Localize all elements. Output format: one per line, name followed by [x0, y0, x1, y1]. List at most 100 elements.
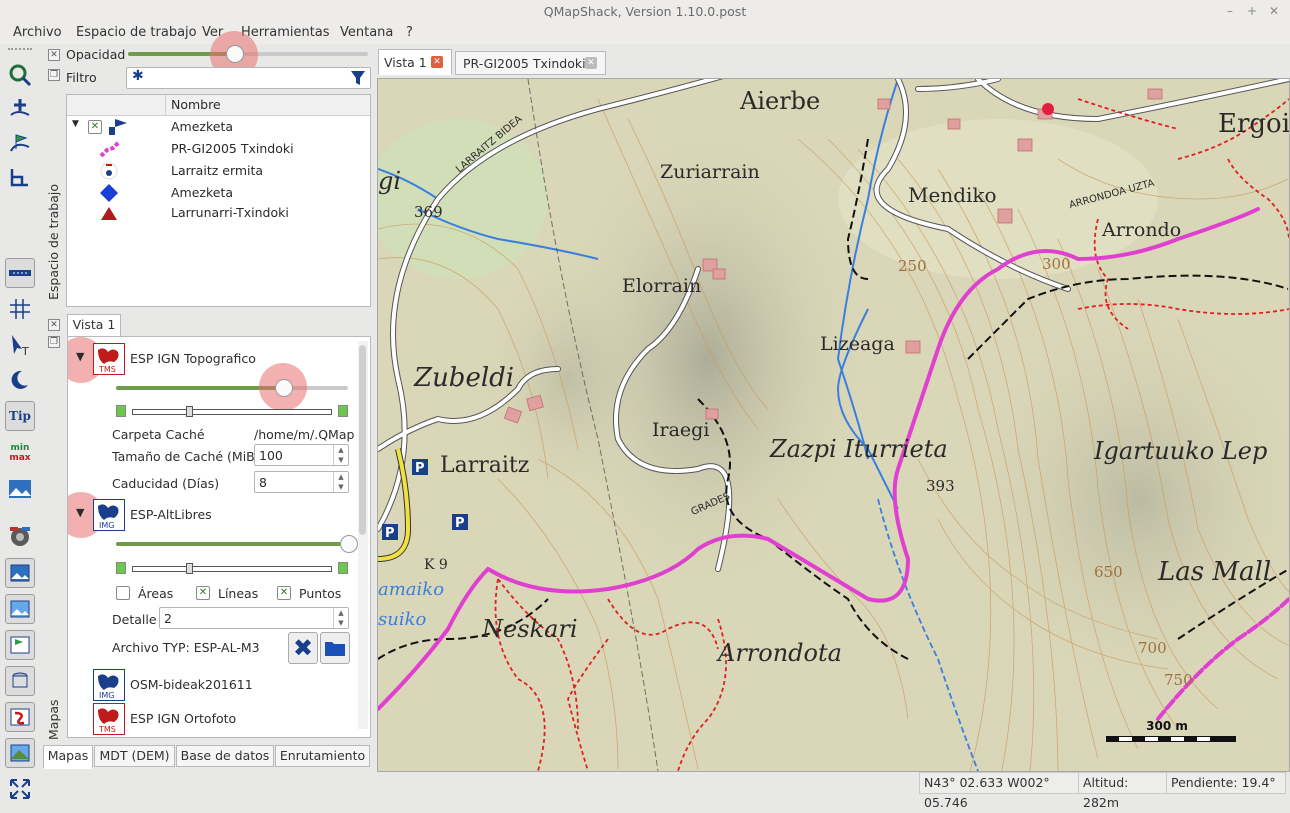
- map1-name: ESP IGN Topografico: [130, 351, 256, 366]
- expiry-spinbox[interactable]: 8 ▲ ▼: [254, 471, 349, 493]
- close-tab-icon[interactable]: ✕: [431, 56, 443, 68]
- spin-arrows-icon[interactable]: ▲ ▼: [333, 608, 348, 628]
- close-tab-icon[interactable]: ✕: [585, 57, 597, 69]
- tab-base-de-datos[interactable]: Base de datos: [176, 745, 274, 767]
- menu-herramientas[interactable]: Herramientas: [241, 25, 330, 40]
- settings-gear-icon[interactable]: [5, 522, 35, 552]
- points-label: Puntos: [299, 586, 342, 601]
- map-view-icon[interactable]: [5, 474, 35, 504]
- ruler-icon[interactable]: [5, 258, 35, 288]
- open-typ-button[interactable]: [320, 632, 350, 664]
- min-scale-icon[interactable]: [116, 562, 126, 574]
- filter-input[interactable]: ✱: [126, 67, 371, 89]
- track-icon: [99, 140, 121, 158]
- areas-checkbox[interactable]: [116, 586, 130, 600]
- image-window-icon[interactable]: [5, 594, 35, 624]
- points-checkbox[interactable]: ✕: [277, 586, 291, 600]
- pointer-text-icon[interactable]: T: [5, 330, 35, 360]
- tree-row-route[interactable]: Larrunarri-Txindoki: [67, 203, 370, 223]
- menu-archivo[interactable]: Archivo: [13, 25, 62, 40]
- scale-range-slider[interactable]: [132, 409, 332, 415]
- tree-row-waypoint2[interactable]: Amezketa: [67, 183, 370, 203]
- tree-row-waypoint[interactable]: Larraitz ermita: [67, 161, 370, 181]
- tooltip-icon[interactable]: Tip: [5, 401, 35, 431]
- collapse-arrow-icon[interactable]: ▼: [72, 119, 79, 129]
- grid-icon[interactable]: [5, 294, 35, 324]
- tab-enrutamiento[interactable]: Enrutamiento: [275, 745, 370, 767]
- svg-text:T: T: [21, 345, 29, 357]
- clear-typ-button[interactable]: ✖: [288, 632, 318, 664]
- lines-checkbox[interactable]: ✕: [196, 586, 210, 600]
- tab-mdt-dem[interactable]: MDT (DEM): [94, 745, 175, 767]
- tab-vista-1[interactable]: Vista 1 ✕: [378, 49, 452, 75]
- spin-arrows-icon[interactable]: ▲ ▼: [333, 445, 348, 465]
- filter-funnel-icon[interactable]: [350, 70, 366, 86]
- map3-name: OSM-bideak201611: [130, 677, 253, 692]
- diamond-waypoint-icon: [100, 184, 118, 202]
- map-window-icon[interactable]: [5, 558, 35, 588]
- tree-row-project[interactable]: ▼ ✕ Amezketa: [67, 117, 370, 137]
- maps-dock-float-icon[interactable]: ❐: [48, 336, 60, 348]
- project-flag-icon: [109, 119, 127, 135]
- night-mode-icon[interactable]: [5, 364, 35, 394]
- min-max-icon[interactable]: min max: [5, 438, 35, 468]
- scale-marker[interactable]: [186, 406, 193, 417]
- detail-spinbox[interactable]: 2 ▲ ▼: [159, 607, 349, 629]
- tree-item-name: Amezketa: [171, 119, 234, 134]
- expiry-value: 8: [259, 475, 267, 490]
- tab-track-label: PR-GI2005 Txindoki: [463, 56, 586, 71]
- map2-name: ESP-AltLibres: [130, 507, 212, 522]
- maps-dock-close-icon[interactable]: ✕: [48, 319, 60, 331]
- max-scale-icon[interactable]: [338, 562, 348, 574]
- tab-vista-1-label: Vista 1: [384, 55, 427, 70]
- project-checkbox[interactable]: ✕: [88, 120, 102, 134]
- fullscreen-icon[interactable]: [5, 774, 35, 804]
- track-window-icon[interactable]: [5, 630, 35, 660]
- tab-mapas[interactable]: Mapas: [43, 745, 93, 769]
- cache-size-spinbox[interactable]: 100 ▲ ▼: [254, 444, 349, 466]
- expiry-label: Caducidad (Días): [112, 476, 220, 491]
- max-scale-icon[interactable]: [338, 405, 348, 417]
- map1-opacity-knob[interactable]: [275, 379, 294, 397]
- map-svg[interactable]: P P P: [378, 79, 1289, 771]
- search-map-icon[interactable]: [5, 60, 35, 90]
- spin-arrows-icon[interactable]: ▲ ▼: [333, 472, 348, 492]
- scrollbar-handle[interactable]: [359, 345, 366, 535]
- menu-ventana[interactable]: Ventana: [340, 25, 393, 40]
- lines-label: Líneas: [218, 586, 259, 601]
- dem-window-icon[interactable]: [5, 738, 35, 768]
- map-canvas[interactable]: P P P Aierbe Ergoien Zuriarrain Mendiko …: [377, 78, 1290, 772]
- scale-range-slider[interactable]: [132, 566, 332, 572]
- workspace-tree: Nombre ▼ ✕ Amezketa PR-GI2005 Txindoki L…: [66, 94, 371, 307]
- expand-arrow-icon[interactable]: ▼: [76, 350, 84, 363]
- minimize-icon[interactable]: –: [1222, 3, 1238, 19]
- scale-marker[interactable]: [186, 563, 193, 574]
- cache-folder-value[interactable]: /home/m/.QMap: [254, 427, 354, 442]
- close-window-icon[interactable]: ✕: [1266, 3, 1282, 19]
- detail-label: Detalle: [112, 612, 157, 627]
- routing-window-icon[interactable]: [5, 702, 35, 732]
- tree-row-track[interactable]: PR-GI2005 Txindoki: [67, 139, 370, 159]
- maximize-icon[interactable]: +: [1244, 3, 1260, 19]
- map2-opacity-knob[interactable]: [340, 535, 358, 553]
- menu-espacio-de-trabajo[interactable]: Espacio de trabajo: [76, 25, 197, 40]
- tree-header-nombre[interactable]: Nombre: [171, 97, 221, 112]
- dock-float-icon[interactable]: ❐: [48, 69, 60, 81]
- create-track-icon[interactable]: [5, 128, 35, 158]
- expand-arrow-icon[interactable]: ▼: [76, 506, 84, 519]
- map-list-scrollbar[interactable]: [358, 341, 368, 729]
- create-route-icon[interactable]: [5, 162, 35, 192]
- tab-vista-1-maps[interactable]: Vista 1: [67, 314, 121, 337]
- filter-gear-icon[interactable]: ✱: [132, 68, 144, 84]
- add-waypoint-icon[interactable]: [5, 94, 35, 124]
- tab-track[interactable]: PR-GI2005 Txindoki ✕: [455, 51, 606, 75]
- menu-help[interactable]: ?: [406, 25, 413, 40]
- areas-label: Áreas: [138, 586, 174, 601]
- toolbar-grip[interactable]: [8, 48, 32, 50]
- min-scale-icon[interactable]: [116, 405, 126, 417]
- map2-opacity-fill: [116, 542, 348, 546]
- status-coordinates: N43° 02.633 W002° 05.746: [919, 772, 1084, 810]
- dock-close-icon[interactable]: ✕: [48, 49, 60, 61]
- opacity-slider-knob[interactable]: [225, 45, 244, 63]
- database-window-icon[interactable]: [5, 666, 35, 696]
